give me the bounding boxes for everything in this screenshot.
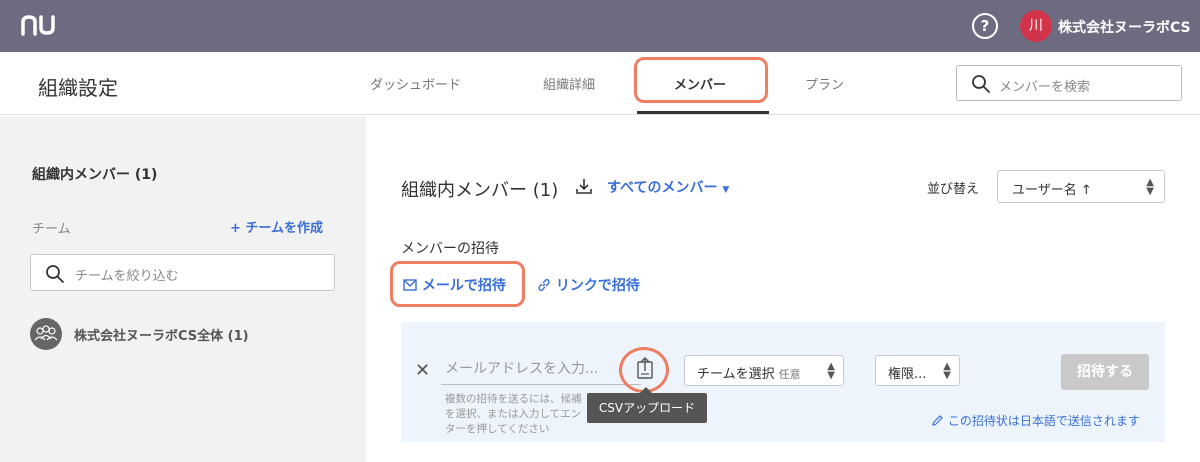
link-icon <box>538 278 550 292</box>
invite-by-link-label: リンクで招待 <box>555 278 640 294</box>
search-icon <box>972 75 990 93</box>
team-select-optional: 任意 <box>778 368 801 381</box>
sort-label: 並び替え <box>927 182 980 197</box>
search-icon <box>46 265 64 283</box>
permission-select[interactable]: 権限... ▲ ▼ <box>875 355 960 386</box>
plus-icon: + <box>230 221 246 236</box>
tab-org-details[interactable]: 組織詳細 <box>543 74 595 93</box>
permission-select-label: 権限... <box>888 367 927 382</box>
org-name[interactable]: 株式会社ヌーラボCS <box>1058 17 1191 37</box>
team-select-label: チームを選択 <box>697 367 775 382</box>
language-note-text: この招待状は日本語で送信されます <box>947 414 1140 428</box>
pencil-icon <box>932 415 943 426</box>
nulab-logo[interactable] <box>20 12 60 42</box>
send-invite-button[interactable]: 招待する <box>1061 354 1149 390</box>
team-group-icon <box>30 318 62 350</box>
team-select[interactable]: チームを選択 任意 ▲ ▼ <box>684 355 844 386</box>
invite-section-title: メンバーの招待 <box>401 241 499 257</box>
team-filter-placeholder: チームを絞り込む <box>75 269 179 284</box>
invite-mail-highlight <box>390 261 525 307</box>
help-icon[interactable]: ? <box>972 13 998 39</box>
download-icon[interactable] <box>575 177 593 195</box>
topbar: ? 川 株式会社ヌーラボCS <box>0 0 1200 52</box>
team-list-item[interactable]: 株式会社ヌーラボCS全体 (1) <box>74 325 249 344</box>
sidebar: 組織内メンバー (1) チーム + チームを作成 チームを絞り込む 株式会社ヌー… <box>0 116 366 462</box>
invite-by-link-button[interactable]: リンクで招待 <box>537 275 640 295</box>
sort-select[interactable]: ユーザー名 ↑ ▲ ▼ <box>997 170 1165 203</box>
members-heading: 組織内メンバー (1) <box>401 180 559 201</box>
tab-plan[interactable]: プラン <box>805 74 844 93</box>
page-title: 組織設定 <box>38 76 118 100</box>
select-arrows-icon: ▲ ▼ <box>1146 177 1154 197</box>
member-filter-dropdown[interactable]: すべてのメンバー ▼ <box>607 177 729 197</box>
email-field-underline <box>441 384 641 385</box>
create-team-label: チームを作成 <box>245 221 324 236</box>
language-note: この招待状は日本語で送信されます <box>931 412 1140 429</box>
create-team-button[interactable]: + チームを作成 <box>230 217 323 236</box>
tab-dashboard[interactable]: ダッシュボード <box>370 74 461 93</box>
sidebar-team-label: チーム <box>32 222 71 237</box>
close-icon[interactable]: ✕ <box>415 360 430 381</box>
email-field[interactable]: メールアドレスを入力... <box>445 358 598 378</box>
csv-upload-tooltip: CSVアップロード <box>587 387 707 423</box>
active-tab-indicator <box>637 111 769 114</box>
search-placeholder: メンバーを検索 <box>999 80 1091 95</box>
member-search-input[interactable]: メンバーを検索 <box>956 65 1182 101</box>
caret-down-icon: ▼ <box>722 185 730 195</box>
subheader: 組織設定 ダッシュボード 組織詳細 メンバー プラン メンバーを検索 <box>0 52 1200 115</box>
select-arrows-icon: ▲ ▼ <box>943 361 951 381</box>
tab-highlight <box>634 57 768 103</box>
sort-value: ユーザー名 ↑ <box>1012 183 1092 198</box>
member-filter-label: すべてのメンバー <box>607 180 718 196</box>
invite-form: ✕ メールアドレスを入力... 複数の招待を送るには、候補を選択、または入力して… <box>401 322 1165 442</box>
user-avatar[interactable]: 川 <box>1020 10 1052 42</box>
team-filter-input[interactable]: チームを絞り込む <box>30 254 335 291</box>
sidebar-members-heading[interactable]: 組織内メンバー (1) <box>32 164 157 184</box>
email-help-text: 複数の招待を送るには、候補を選択、または入力してエンターを押してください <box>445 393 582 435</box>
select-arrows-icon: ▲ ▼ <box>827 361 835 381</box>
